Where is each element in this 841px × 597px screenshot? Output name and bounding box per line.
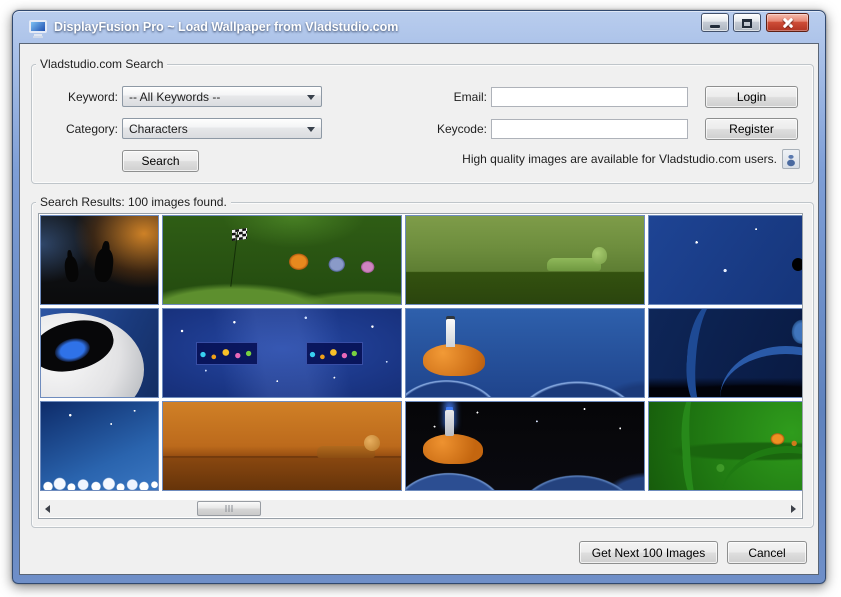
thumbnail-grid [40, 215, 802, 492]
keyword-value: -- All Keywords -- [129, 90, 220, 104]
category-value: Characters [129, 122, 188, 136]
dialog-window: DisplayFusion Pro ~ Load Wallpaper from … [12, 10, 826, 584]
search-group-title: Vladstudio.com Search [36, 57, 167, 71]
app-monitor-icon [29, 20, 47, 35]
thumbnail-caterpillar-orange[interactable] [162, 401, 402, 491]
maximize-icon [742, 19, 752, 28]
thumbnail-whale-lighthouse-night[interactable] [405, 401, 645, 491]
scroll-right-arrow-icon[interactable] [785, 500, 801, 517]
email-label: Email: [352, 90, 487, 104]
search-groupbox: Vladstudio.com Search Keyword: -- All Ke… [31, 64, 814, 184]
register-button[interactable]: Register [705, 118, 798, 140]
maximize-button[interactable] [733, 13, 761, 32]
scroll-left-arrow-icon[interactable] [40, 500, 56, 517]
results-groupbox: Search Results: 100 images found. [31, 202, 814, 528]
minimize-button[interactable] [701, 13, 729, 32]
thumbnail-caterpillar-green[interactable] [405, 215, 645, 305]
results-panel [38, 213, 803, 519]
hq-note: High quality images are available for Vl… [462, 152, 777, 166]
thumbnail-underwater-night[interactable] [648, 308, 802, 398]
category-label: Category: [32, 122, 118, 136]
thumbnail-blue-bubbles[interactable] [40, 401, 159, 491]
thumbnail-whale-lighthouse-day[interactable] [405, 308, 645, 398]
scrollbar-thumb[interactable] [197, 501, 261, 516]
chevron-down-icon [307, 95, 315, 100]
thumbnail-ants-silhouette[interactable] [40, 215, 159, 305]
thumbnail-eve-robot[interactable] [40, 308, 159, 398]
chevron-down-icon [307, 127, 315, 132]
hq-image-icon[interactable] [782, 149, 800, 169]
close-button[interactable] [766, 13, 809, 32]
email-field[interactable] [491, 87, 688, 107]
get-next-images-button[interactable]: Get Next 100 Images [579, 541, 718, 564]
thumbnail-night-sky-comma[interactable] [648, 215, 802, 305]
results-group-title: Search Results: 100 images found. [36, 195, 231, 209]
thumbnail-snail-race[interactable] [162, 215, 402, 305]
thumbnail-snail-on-leaf[interactable] [648, 401, 802, 491]
minimize-icon [710, 25, 720, 28]
keyword-label: Keyword: [32, 90, 118, 104]
client-area: Vladstudio.com Search Keyword: -- All Ke… [19, 43, 819, 575]
keycode-field[interactable] [491, 119, 688, 139]
login-button[interactable]: Login [705, 86, 798, 108]
thumbnail-lightbulb-shelves[interactable] [162, 308, 402, 398]
cancel-button[interactable]: Cancel [727, 541, 807, 564]
keyword-dropdown[interactable]: -- All Keywords -- [122, 86, 322, 107]
horizontal-scrollbar[interactable] [40, 500, 801, 517]
close-icon [767, 14, 808, 31]
scrollbar-grip-icon [226, 505, 233, 512]
keycode-label: Keycode: [352, 122, 487, 136]
category-dropdown[interactable]: Characters [122, 118, 322, 139]
search-button[interactable]: Search [122, 150, 199, 172]
window-title: DisplayFusion Pro ~ Load Wallpaper from … [54, 20, 398, 34]
